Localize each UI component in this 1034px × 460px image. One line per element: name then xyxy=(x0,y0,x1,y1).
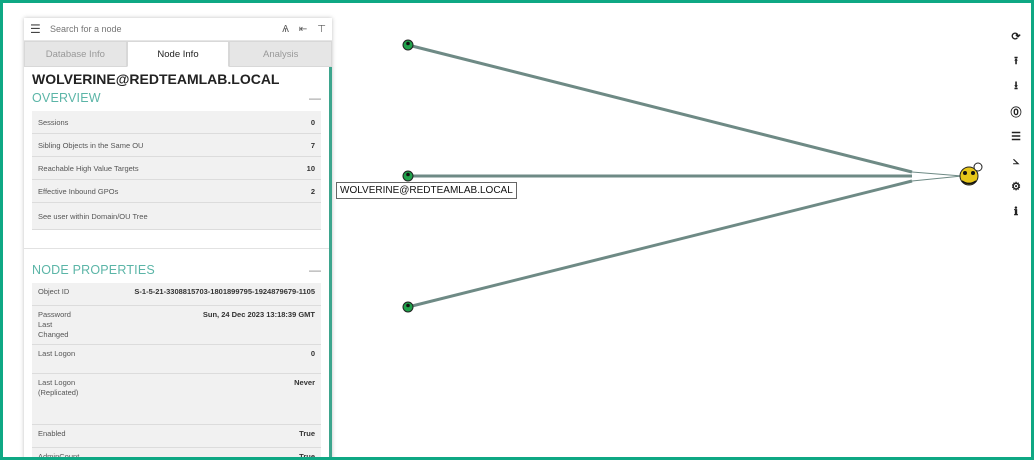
row-label: Reachable High Value Targets xyxy=(38,163,139,173)
property-row: Last Logon (Replicated) Never xyxy=(32,374,321,425)
panel-tabs: Database Info Node Info Analysis xyxy=(24,41,332,67)
overview-title: OVERVIEW xyxy=(32,91,101,105)
back-icon[interactable]: ⇤ xyxy=(299,24,307,35)
edge-top[interactable] xyxy=(407,43,913,174)
search-bar: ☰ Ѧ ⇤ ⊤ xyxy=(24,18,332,41)
row-label: Sibling Objects in the Same OU xyxy=(38,140,144,150)
collapse-icon[interactable]: — xyxy=(309,91,321,105)
refresh-icon[interactable]: ⟳ xyxy=(1006,24,1026,49)
tab-analysis[interactable]: Analysis xyxy=(229,41,332,67)
property-value: S-1-5-21-3308815703-1801899795-192487967… xyxy=(134,287,315,296)
section-divider xyxy=(24,230,329,249)
node-info-panel: ☰ Ѧ ⇤ ⊤ Database Info Node Info Analysis… xyxy=(24,18,332,460)
user-node-bottom[interactable] xyxy=(402,301,414,313)
property-row: Last Logon 0 xyxy=(32,345,321,374)
row-label: Effective Inbound GPOs xyxy=(38,186,119,196)
row-value: 0 xyxy=(310,117,315,127)
row-label: Sessions xyxy=(38,117,69,127)
chart-icon[interactable]: ⦣ xyxy=(1006,149,1026,174)
property-value: True xyxy=(299,429,315,438)
properties-title: NODE PROPERTIES xyxy=(32,263,155,277)
group-node[interactable] xyxy=(959,162,983,186)
properties-rows: Object ID S-1-5-21-3308815703-1801899795… xyxy=(32,283,321,460)
row-label: See user within Domain/OU Tree xyxy=(38,211,148,221)
info-circle-icon[interactable]: ⓪ xyxy=(1006,99,1026,124)
overview-row[interactable]: Effective Inbound GPOs 2 xyxy=(32,180,321,203)
search-input[interactable] xyxy=(48,23,273,35)
property-label: Last Logon xyxy=(38,349,76,358)
overview-row[interactable]: Sibling Objects in the Same OU 7 xyxy=(32,134,321,157)
tab-database-info[interactable]: Database Info xyxy=(24,41,127,67)
row-value: 10 xyxy=(306,163,315,173)
property-value: True xyxy=(299,452,315,460)
overview-row[interactable]: Sessions 0 xyxy=(32,111,321,134)
about-icon[interactable]: ℹ xyxy=(1006,199,1026,224)
upload-icon[interactable]: ⭱ xyxy=(1006,49,1026,74)
overview-header[interactable]: OVERVIEW — xyxy=(24,87,329,111)
property-row: AdminCount True xyxy=(32,448,321,460)
collapse-icon[interactable]: — xyxy=(309,263,321,277)
property-row: Object ID S-1-5-21-3308815703-1801899795… xyxy=(32,283,321,306)
property-label: Object ID xyxy=(38,287,70,296)
property-label: Enabled xyxy=(38,429,66,438)
node-title: WOLVERINE@REDTEAMLAB.LOCAL xyxy=(32,71,280,87)
property-label: Password Last Changed xyxy=(38,310,71,339)
property-label: Last Logon (Replicated) xyxy=(38,378,79,397)
overview-row[interactable]: Reachable High Value Targets 10 xyxy=(32,157,321,180)
overview-rows: Sessions 0 Sibling Objects in the Same O… xyxy=(32,111,321,230)
menu-icon[interactable]: ☰ xyxy=(30,22,48,36)
tab-node-info[interactable]: Node Info xyxy=(126,41,230,67)
property-row: Password Last Changed Sun, 24 Dec 2023 1… xyxy=(32,306,321,345)
user-node-center[interactable] xyxy=(402,170,414,182)
graph-toolbar: ⟳ ⭱ ⭳ ⓪ ☰ ⦣ ⚙ ℹ xyxy=(1006,24,1026,224)
edge-bottom[interactable] xyxy=(407,179,913,309)
overview-row[interactable]: See user within Domain/OU Tree xyxy=(32,203,321,230)
download-icon[interactable]: ⭳ xyxy=(1006,74,1026,99)
panel-content[interactable]: WOLVERINE@REDTEAMLAB.LOCAL OVERVIEW — Se… xyxy=(24,67,332,460)
property-label: AdminCount xyxy=(38,452,80,460)
property-value: Sun, 24 Dec 2023 13:18:39 GMT xyxy=(202,310,315,319)
property-value: 0 xyxy=(310,349,315,358)
property-row: Enabled True xyxy=(32,425,321,448)
properties-header[interactable]: NODE PROPERTIES — xyxy=(24,259,329,283)
filter-icon[interactable]: ⊤ xyxy=(317,24,326,35)
property-value: Never xyxy=(294,378,315,387)
row-value: 2 xyxy=(310,186,315,196)
pathfinding-icon[interactable]: Ѧ xyxy=(282,24,289,35)
row-value: 7 xyxy=(310,140,315,150)
settings-icon[interactable]: ⚙ xyxy=(1006,174,1026,199)
list-icon[interactable]: ☰ xyxy=(1006,124,1026,149)
node-label: WOLVERINE@REDTEAMLAB.LOCAL xyxy=(336,182,517,199)
user-node-top[interactable] xyxy=(402,39,414,51)
